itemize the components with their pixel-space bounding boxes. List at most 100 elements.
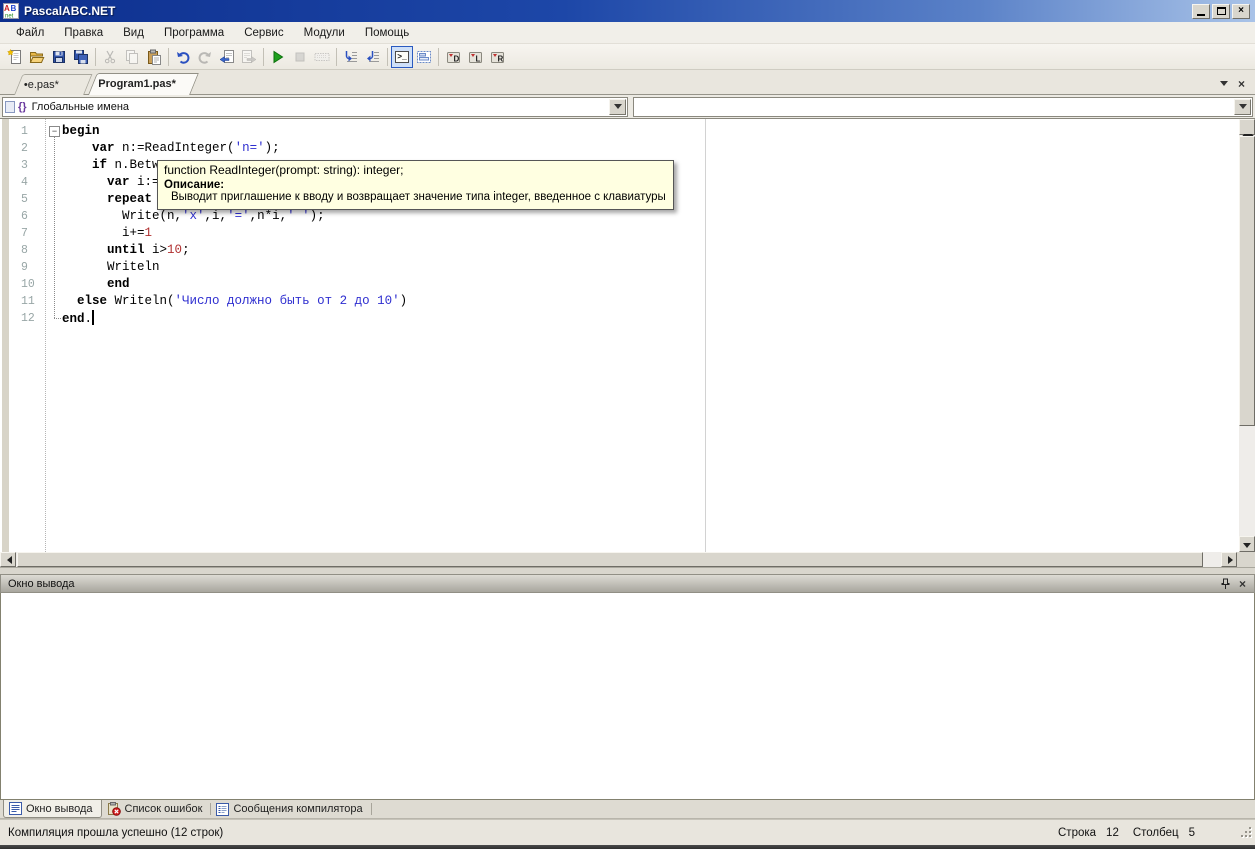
redo-button[interactable] xyxy=(194,46,216,68)
undo-button[interactable] xyxy=(172,46,194,68)
code-area[interactable]: 1begin2 var n:=ReadInteger('n=');3 if n.… xyxy=(0,119,1239,552)
menu-file[interactable]: Файл xyxy=(6,24,54,42)
new-file-icon xyxy=(7,49,23,65)
save-all-button[interactable] xyxy=(70,46,92,68)
vertical-scroll-thumb[interactable] xyxy=(1239,136,1255,426)
minimize-button[interactable] xyxy=(1192,4,1210,19)
scope-page-icon xyxy=(5,101,15,113)
panel-splitter[interactable] xyxy=(0,567,1255,574)
open-file-button[interactable] xyxy=(26,46,48,68)
output-panel-title: Окно вывода xyxy=(1,578,75,590)
run-button[interactable] xyxy=(267,46,289,68)
output-close-icon[interactable]: × xyxy=(1239,578,1246,590)
document-tab-strip: •e.pas* Program1.pas* × xyxy=(0,70,1255,95)
code-line-8[interactable]: 8 until i>10; xyxy=(0,242,1239,259)
maximize-icon xyxy=(1217,7,1226,15)
scroll-left-button[interactable] xyxy=(0,552,16,567)
outdent-button[interactable] xyxy=(362,46,384,68)
copy-button[interactable] xyxy=(121,46,143,68)
open-file-icon xyxy=(29,49,45,65)
code-line-7[interactable]: 7 i+=1 xyxy=(0,225,1239,242)
status-line-label: Строка xyxy=(1058,827,1096,839)
form-designer-icon xyxy=(416,49,432,65)
new-file-button[interactable] xyxy=(4,46,26,68)
close-button[interactable]: × xyxy=(1232,4,1250,19)
menu-view[interactable]: Вид xyxy=(113,24,154,42)
horizontal-scroll-thumb[interactable] xyxy=(17,552,1203,567)
code-line-10[interactable]: 10 end xyxy=(0,276,1239,293)
text-caret xyxy=(92,310,94,325)
line-number: 5 xyxy=(0,193,44,206)
code-line-2[interactable]: 2 var n:=ReadInteger('n='); xyxy=(0,140,1239,157)
save-button[interactable] xyxy=(48,46,70,68)
code-text: end xyxy=(44,276,130,293)
svg-text:R: R xyxy=(498,54,504,63)
code-line-11[interactable]: 11 else Writeln('Число должно быть от 2 … xyxy=(0,293,1239,310)
panel-d-icon: D xyxy=(445,49,461,65)
toolbar-separator xyxy=(263,48,264,66)
title-bar: ABnet PascalABC.NET × xyxy=(0,0,1255,22)
code-navigation-bar: {} Глобальные имена xyxy=(0,95,1255,119)
member-combobox[interactable] xyxy=(633,97,1253,117)
code-line-12[interactable]: 12end. xyxy=(0,310,1239,327)
tab-e-pas[interactable]: •e.pas* xyxy=(14,74,92,95)
window-title: PascalABC.NET xyxy=(24,4,115,18)
navigate-back-button[interactable] xyxy=(216,46,238,68)
navigate-forward-button[interactable] xyxy=(238,46,260,68)
tab-program1-pas[interactable]: Program1.pas* xyxy=(88,73,199,95)
scroll-right-button[interactable] xyxy=(1221,552,1237,567)
tab-list-dropdown-icon[interactable] xyxy=(1220,81,1228,90)
code-line-9[interactable]: 9 Writeln xyxy=(0,259,1239,276)
scope-dropdown-button[interactable] xyxy=(609,99,626,115)
fold-collapse-icon[interactable]: − xyxy=(49,126,60,137)
keyboard-button[interactable] xyxy=(311,46,333,68)
line-number: 12 xyxy=(0,312,44,325)
code-text: i+=1 xyxy=(44,225,152,242)
code-text: Writeln xyxy=(44,259,160,276)
panel-r-icon: R xyxy=(489,49,505,65)
code-line-6[interactable]: 6 Write(n,'x',i,'=',n*i,' '); xyxy=(0,208,1239,225)
bottom-tab-errors[interactable]: Список ошибок xyxy=(102,800,211,818)
menu-program[interactable]: Программа xyxy=(154,24,234,42)
panel-l-button[interactable]: L xyxy=(464,46,486,68)
menu-modules[interactable]: Модули xyxy=(294,24,355,42)
menu-edit[interactable]: Правка xyxy=(54,24,113,42)
form-designer-button[interactable] xyxy=(413,46,435,68)
paste-icon xyxy=(146,49,162,65)
output-panel-content[interactable] xyxy=(0,593,1255,800)
paste-button[interactable] xyxy=(143,46,165,68)
stop-button[interactable] xyxy=(289,46,311,68)
code-line-1[interactable]: 1begin xyxy=(0,123,1239,140)
status-column-value: 5 xyxy=(1189,827,1195,839)
vertical-scrollbar[interactable] xyxy=(1239,119,1255,552)
chevron-down-icon xyxy=(1239,104,1247,113)
scroll-up-button[interactable] xyxy=(1239,119,1255,135)
console-window-button[interactable]: >_ xyxy=(391,46,413,68)
panel-d-button[interactable]: D xyxy=(442,46,464,68)
arrow-down-icon xyxy=(1243,543,1251,552)
bottom-tab-output[interactable]: Окно вывода xyxy=(3,800,102,818)
member-dropdown-button[interactable] xyxy=(1234,99,1251,115)
resize-grip[interactable] xyxy=(1240,826,1252,838)
cut-button[interactable] xyxy=(99,46,121,68)
panel-r-button[interactable]: R xyxy=(486,46,508,68)
arrow-left-icon xyxy=(3,556,12,564)
line-number: 8 xyxy=(0,244,44,257)
indent-button[interactable] xyxy=(340,46,362,68)
horizontal-scrollbar[interactable] xyxy=(0,552,1237,567)
stop-icon xyxy=(292,49,308,65)
cut-icon xyxy=(102,49,118,65)
tab-close-icon[interactable]: × xyxy=(1238,78,1245,90)
code-text: var i:= xyxy=(44,174,160,191)
pin-icon[interactable] xyxy=(1220,578,1231,590)
scroll-down-button[interactable] xyxy=(1239,536,1255,552)
save-all-icon xyxy=(73,49,89,65)
scope-combobox[interactable]: {} Глобальные имена xyxy=(2,97,628,117)
menu-service[interactable]: Сервис xyxy=(234,24,293,42)
code-text: Write(n,'x',i,'=',n*i,' '); xyxy=(44,208,325,225)
indent-icon xyxy=(343,49,359,65)
bottom-tab-compiler-messages[interactable]: Сообщения компилятора xyxy=(211,800,370,818)
menu-help[interactable]: Помощь xyxy=(355,24,419,42)
maximize-button[interactable] xyxy=(1212,4,1230,19)
line-number: 4 xyxy=(0,176,44,189)
